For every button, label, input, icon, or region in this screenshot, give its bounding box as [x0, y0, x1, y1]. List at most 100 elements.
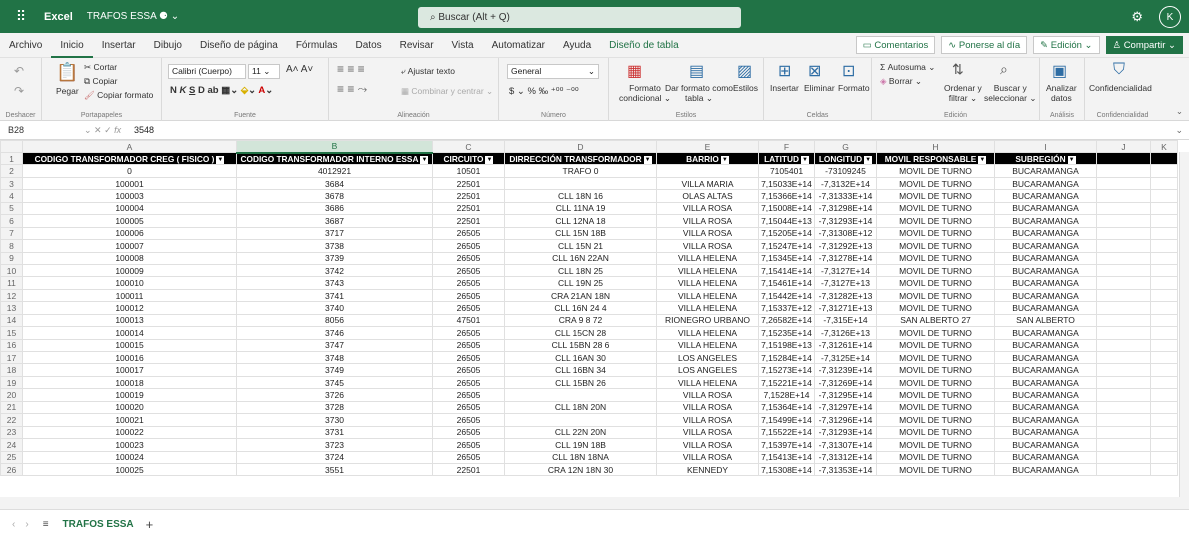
empty-cell[interactable]	[1150, 450, 1178, 464]
redo-icon[interactable]: ↷	[14, 84, 24, 98]
next-sheet-icon[interactable]: ›	[25, 519, 28, 530]
cell[interactable]: CLL 15N 18B	[504, 226, 657, 241]
cell[interactable]: 8056	[236, 313, 433, 328]
empty-cell[interactable]	[1096, 375, 1151, 390]
empty-cell[interactable]	[1096, 438, 1151, 452]
cell[interactable]: BUCARAMANGA	[994, 201, 1097, 216]
cell[interactable]: 22501	[432, 214, 505, 228]
column-header[interactable]: C	[432, 140, 505, 153]
cell[interactable]: CLL 15BN 28 6	[504, 338, 657, 353]
filter-dropdown-icon[interactable]: ▼	[720, 155, 729, 164]
cell[interactable]: CLL 11NA 19	[504, 201, 657, 216]
cell[interactable]: BUCARAMANGA	[994, 214, 1097, 228]
analyze-data-button[interactable]: Analizar datos	[1046, 83, 1077, 103]
cell[interactable]: 7,15308E+14	[758, 462, 815, 477]
cell[interactable]: 10501	[432, 164, 505, 178]
cell[interactable]: 7,1528E+14	[758, 388, 815, 402]
delete-cells-icon[interactable]: ⊠	[808, 61, 821, 81]
cell[interactable]: VILLA ROSA	[656, 239, 759, 253]
cell[interactable]: 7,15364E+14	[758, 400, 815, 415]
cell[interactable]: BUCARAMANGA	[994, 189, 1097, 203]
cell[interactable]: 7,15235E+14	[758, 326, 815, 340]
cell[interactable]: -7,31297E+14	[814, 400, 877, 415]
cell[interactable]: VILLA ROSA	[656, 413, 759, 427]
cell[interactable]: 100024	[22, 450, 237, 464]
empty-cell[interactable]	[1096, 276, 1151, 290]
cell[interactable]: -73109245	[814, 164, 877, 178]
cell[interactable]: -7,31295E+14	[814, 388, 877, 402]
cell[interactable]: 47501	[432, 313, 505, 328]
cell[interactable]: 100007	[22, 239, 237, 253]
cell[interactable]: 100005	[22, 214, 237, 228]
cell[interactable]: MOVIL DE TURNO	[876, 350, 995, 365]
cell[interactable]: 26505	[432, 251, 505, 265]
row-number[interactable]: 15	[0, 326, 23, 340]
row-number[interactable]: 3	[0, 176, 23, 191]
cell[interactable]: 26505	[432, 226, 505, 241]
cell[interactable]: -7,31261E+14	[814, 338, 877, 353]
cell[interactable]: 26505	[432, 301, 505, 315]
cell[interactable]: 7,15499E+14	[758, 413, 815, 427]
cell[interactable]: CLL 15CN 28	[504, 326, 657, 340]
table-header-cell[interactable]: CODIGO TRANSFORMADOR CREG ( FISICO ) ▼	[22, 151, 237, 166]
cell[interactable]: BUCARAMANGA	[994, 301, 1097, 315]
cell[interactable]: MOVIL DE TURNO	[876, 388, 995, 402]
cell[interactable]: LOS ANGELES	[656, 363, 759, 377]
row-number[interactable]: 13	[0, 301, 23, 315]
empty-cell[interactable]	[1150, 201, 1178, 216]
cell[interactable]: 7,15273E+14	[758, 363, 815, 377]
cell[interactable]: MOVIL DE TURNO	[876, 176, 995, 191]
cell[interactable]: 7,15345E+14	[758, 251, 815, 265]
cell[interactable]: 3730	[236, 413, 433, 427]
cell[interactable]: BUCARAMANGA	[994, 400, 1097, 415]
cell[interactable]: 100015	[22, 338, 237, 353]
empty-cell[interactable]	[1096, 363, 1151, 377]
empty-cell[interactable]	[1096, 263, 1151, 278]
cell[interactable]: MOVIL DE TURNO	[876, 301, 995, 315]
cell[interactable]: VILLA ROSA	[656, 450, 759, 464]
column-header[interactable]: F	[758, 140, 815, 153]
cell[interactable]: 100022	[22, 425, 237, 440]
cell[interactable]: CRA 12N 18N 30	[504, 462, 657, 477]
empty-cell[interactable]	[1096, 151, 1151, 166]
empty-cell[interactable]	[1150, 462, 1178, 477]
row-number[interactable]: 2	[0, 164, 23, 178]
cell[interactable]: MOVIL DE TURNO	[876, 201, 995, 216]
cell[interactable]: 26505	[432, 388, 505, 402]
grow-font-icon[interactable]: A˄ A˅	[286, 64, 313, 75]
expand-formula-icon[interactable]: ⌄	[1175, 125, 1183, 136]
cell[interactable]: 26505	[432, 338, 505, 353]
column-header[interactable]: G	[814, 140, 877, 153]
cell[interactable]: MOVIL DE TURNO	[876, 462, 995, 477]
cell[interactable]: 7,15414E+14	[758, 263, 815, 278]
row-number[interactable]: 20	[0, 388, 23, 402]
empty-cell[interactable]	[1150, 413, 1178, 427]
cell[interactable]: 3746	[236, 326, 433, 340]
cell[interactable]: 26505	[432, 363, 505, 377]
row-number[interactable]: 22	[0, 413, 23, 427]
font-size-select[interactable]: 11 ⌄	[248, 64, 280, 79]
cell[interactable]: 26505	[432, 425, 505, 440]
cell[interactable]: 100003	[22, 189, 237, 203]
row-number[interactable]: 8	[0, 239, 23, 253]
cell[interactable]: MOVIL DE TURNO	[876, 276, 995, 290]
row-number[interactable]: 21	[0, 400, 23, 415]
cell[interactable]: CLL 16AN 30	[504, 350, 657, 365]
cell[interactable]: CLL 16N 22AN	[504, 251, 657, 265]
number-format-select[interactable]: General ⌄	[507, 64, 599, 79]
editing-mode-button[interactable]: ✎ Edición ⌄	[1033, 36, 1100, 54]
cut-button[interactable]: ✂ Cortar	[84, 62, 117, 73]
prev-sheet-icon[interactable]: ‹	[12, 519, 15, 530]
cell[interactable]	[504, 388, 657, 402]
filter-dropdown-icon[interactable]: ▼	[420, 155, 429, 164]
cell[interactable]: VILLA MARIA	[656, 176, 759, 191]
font-style-buttons[interactable]: N K S D ab ▦⌄ ⬙⌄ A⌄	[170, 85, 273, 96]
row-number[interactable]: 23	[0, 425, 23, 440]
cell[interactable]: 7,15205E+14	[758, 226, 815, 241]
sort-filter-icon[interactable]: ⇅	[952, 61, 964, 78]
cell[interactable]: 7,15461E+14	[758, 276, 815, 290]
table-header-cell[interactable]: LONGITUD ▼	[814, 151, 877, 166]
cell[interactable]: CLL 22N 20N	[504, 425, 657, 440]
cell[interactable]: -7,315E+14	[814, 313, 877, 328]
cell[interactable]: BUCARAMANGA	[994, 251, 1097, 265]
